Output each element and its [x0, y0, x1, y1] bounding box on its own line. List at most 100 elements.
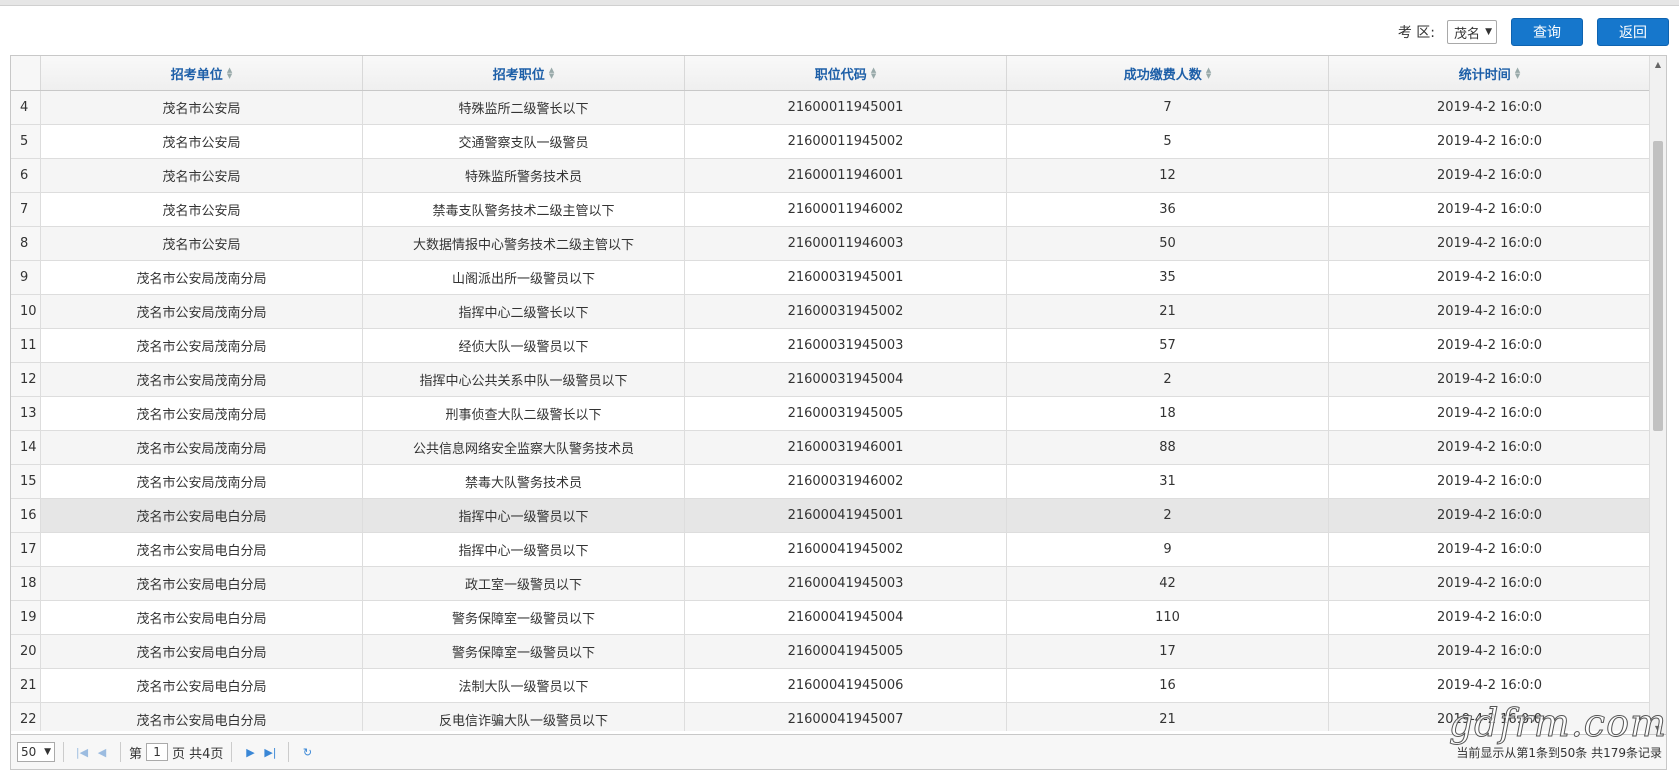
row-number-cell: 8: [11, 227, 41, 260]
table-row[interactable]: 10 茂名市公安局茂南分局 指挥中心二级警长以下 21600031945002 21 20…: [11, 295, 1651, 329]
table-cell: 2019-4-2 16:0:0: [1329, 635, 1651, 668]
table-row[interactable]: 22 茂名市公安局电白分局 反电信诈骗大队一级警员以下 21600041945007 2…: [11, 703, 1651, 731]
table-row[interactable]: 7 茂名市公安局 禁毒支队警务技术二级主管以下 21600011946002 36 201…: [11, 193, 1651, 227]
table-cell: 警务保障室一级警员以下: [363, 635, 685, 668]
table-row[interactable]: 14 茂名市公安局茂南分局 公共信息网络安全监察大队警务技术员 21600031946…: [11, 431, 1651, 465]
table-cell: 21600011946002: [685, 193, 1007, 226]
table-cell: 反电信诈骗大队一级警员以下: [363, 703, 685, 731]
column-header-unit[interactable]: 招考单位 ▲ ▼: [41, 56, 363, 90]
next-page-icon[interactable]: ▶: [240, 742, 260, 762]
column-header-position[interactable]: 招考职位 ▲ ▼: [363, 56, 685, 90]
sort-icon: ▲ ▼: [548, 66, 555, 80]
table-cell: 指挥中心一级警员以下: [363, 499, 685, 532]
table-cell: 2019-4-2 16:0:0: [1329, 669, 1651, 702]
table-cell: 茂名市公安局: [41, 125, 363, 158]
table-cell: 指挥中心一级警员以下: [363, 533, 685, 566]
page-size-select[interactable]: 50 ▼: [17, 742, 55, 762]
table-cell: 茂名市公安局茂南分局: [41, 329, 363, 362]
row-number-header: [11, 56, 41, 90]
table-row[interactable]: 16 茂名市公安局电白分局 指挥中心一级警员以下 21600041945001 2 201…: [11, 499, 1651, 533]
region-select-value: 茂名: [1454, 26, 1481, 42]
table-cell: 21600031945001: [685, 261, 1007, 294]
table-cell: 茂名市公安局电白分局: [41, 567, 363, 600]
table-cell: 2019-4-2 16:0:0: [1329, 363, 1651, 396]
row-number-cell: 21: [11, 669, 41, 702]
table-cell: 茂名市公安局电白分局: [41, 533, 363, 566]
table-row[interactable]: 4 茂名市公安局 特殊监所二级警长以下 21600011945001 7 2019-4-2…: [11, 91, 1651, 125]
table-row[interactable]: 5 茂名市公安局 交通警察支队一级警员 21600011945002 5 2019-4-2…: [11, 125, 1651, 159]
table-row[interactable]: 9 茂名市公安局茂南分局 山阁派出所一级警员以下 21600031945001 35 20…: [11, 261, 1651, 295]
table-cell: 2019-4-2 16:0:0: [1329, 227, 1651, 260]
table-row[interactable]: 13 茂名市公安局茂南分局 刑事侦查大队二级警长以下 21600031945005 18…: [11, 397, 1651, 431]
row-number-cell: 7: [11, 193, 41, 226]
table-cell: 21600011945001: [685, 91, 1007, 124]
table-cell: 茂名市公安局: [41, 193, 363, 226]
page-prefix: 第: [129, 746, 143, 762]
table-row[interactable]: 12 茂名市公安局茂南分局 指挥中心公共关系中队一级警员以下 216000319450…: [11, 363, 1651, 397]
prev-page-icon[interactable]: ◀: [92, 742, 112, 762]
sort-icon: ▲ ▼: [1205, 66, 1212, 80]
row-number-cell: 17: [11, 533, 41, 566]
page-suffix: 页 共4页: [172, 746, 224, 762]
table-row[interactable]: 21 茂名市公安局电白分局 法制大队一级警员以下 21600041945006 16 20…: [11, 669, 1651, 703]
column-header-label: 统计时间: [1458, 67, 1511, 83]
table-cell: 21600031945004: [685, 363, 1007, 396]
table-cell: 21: [1007, 295, 1329, 328]
table-cell: 2019-4-2 16:0:0: [1329, 601, 1651, 634]
table-cell: 7: [1007, 91, 1329, 124]
table-cell: 2019-4-2 16:0:0: [1329, 465, 1651, 498]
column-header-time[interactable]: 统计时间 ▲ ▼: [1329, 56, 1651, 90]
table-cell: 公共信息网络安全监察大队警务技术员: [363, 431, 685, 464]
table-cell: 12: [1007, 159, 1329, 192]
table-cell: 50: [1007, 227, 1329, 260]
table-cell: 21600011945002: [685, 125, 1007, 158]
table-cell: 2019-4-2 16:0:0: [1329, 261, 1651, 294]
data-grid: 招考单位 ▲ ▼ 招考职位 ▲ ▼ 职位代码 ▲ ▼ 成功缴费人数 ▲ ▼ 统计时间 ▲ ▼ 4 茂名…: [10, 55, 1667, 770]
table-row[interactable]: 11 茂名市公安局茂南分局 经侦大队一级警员以下 21600031945003 57 20…: [11, 329, 1651, 363]
toolbar: 考 区: 茂名 ▼ 查询 返回: [1398, 18, 1669, 46]
page-number-input[interactable]: 1: [146, 743, 169, 761]
first-page-icon[interactable]: |◀: [72, 742, 92, 762]
grid-header: 招考单位 ▲ ▼ 招考职位 ▲ ▼ 职位代码 ▲ ▼ 成功缴费人数 ▲ ▼ 统计时间 ▲ ▼: [11, 56, 1651, 91]
table-cell: 2019-4-2 16:0:0: [1329, 159, 1651, 192]
table-cell: 特殊监所警务技术员: [363, 159, 685, 192]
table-cell: 21600041945001: [685, 499, 1007, 532]
pagination-bar: 50 ▼ |◀ ◀ 第 1 页 共4页 ▶ ▶| ↻ 当前显示从第1条到50条 …: [11, 734, 1666, 769]
table-row[interactable]: 20 茂名市公安局电白分局 警务保障室一级警员以下 21600041945005 17 2…: [11, 635, 1651, 669]
table-cell: 禁毒支队警务技术二级主管以下: [363, 193, 685, 226]
region-select[interactable]: 茂名 ▼: [1447, 20, 1497, 44]
column-header-count[interactable]: 成功缴费人数 ▲ ▼: [1007, 56, 1329, 90]
table-cell: 交通警察支队一级警员: [363, 125, 685, 158]
table-cell: 2019-4-2 16:0:0: [1329, 533, 1651, 566]
table-cell: 21: [1007, 703, 1329, 731]
table-cell: 茂名市公安局电白分局: [41, 635, 363, 668]
table-cell: 茂名市公安局茂南分局: [41, 465, 363, 498]
column-header-code[interactable]: 职位代码 ▲ ▼: [685, 56, 1007, 90]
last-page-icon[interactable]: ▶|: [260, 742, 280, 762]
table-cell: 茂名市公安局: [41, 227, 363, 260]
divider: [120, 742, 121, 762]
row-number-cell: 11: [11, 329, 41, 362]
vertical-scrollbar[interactable]: ▲ ▼: [1649, 56, 1666, 736]
table-row[interactable]: 19 茂名市公安局电白分局 警务保障室一级警员以下 21600041945004 110…: [11, 601, 1651, 635]
table-row[interactable]: 15 茂名市公安局茂南分局 禁毒大队警务技术员 21600031946002 31 201…: [11, 465, 1651, 499]
table-cell: 2: [1007, 499, 1329, 532]
table-cell: 36: [1007, 193, 1329, 226]
table-cell: 16: [1007, 669, 1329, 702]
table-row[interactable]: 18 茂名市公安局电白分局 政工室一级警员以下 21600041945003 42 201…: [11, 567, 1651, 601]
table-cell: 茂名市公安局茂南分局: [41, 261, 363, 294]
table-cell: 21600011946001: [685, 159, 1007, 192]
row-number-cell: 22: [11, 703, 41, 731]
table-cell: 指挥中心二级警长以下: [363, 295, 685, 328]
table-cell: 18: [1007, 397, 1329, 430]
table-cell: 5: [1007, 125, 1329, 158]
table-row[interactable]: 8 茂名市公安局 大数据情报中心警务技术二级主管以下 21600011946003 50…: [11, 227, 1651, 261]
table-row[interactable]: 6 茂名市公安局 特殊监所警务技术员 21600011946001 12 2019-4-2…: [11, 159, 1651, 193]
back-button[interactable]: 返回: [1597, 18, 1669, 46]
scroll-up-icon[interactable]: ▲: [1650, 56, 1666, 72]
scrollbar-thumb[interactable]: [1653, 141, 1663, 431]
refresh-icon[interactable]: ↻: [297, 742, 317, 762]
table-cell: 2019-4-2 16:0:0: [1329, 329, 1651, 362]
query-button[interactable]: 查询: [1511, 18, 1583, 46]
table-row[interactable]: 17 茂名市公安局电白分局 指挥中心一级警员以下 21600041945002 9 201…: [11, 533, 1651, 567]
